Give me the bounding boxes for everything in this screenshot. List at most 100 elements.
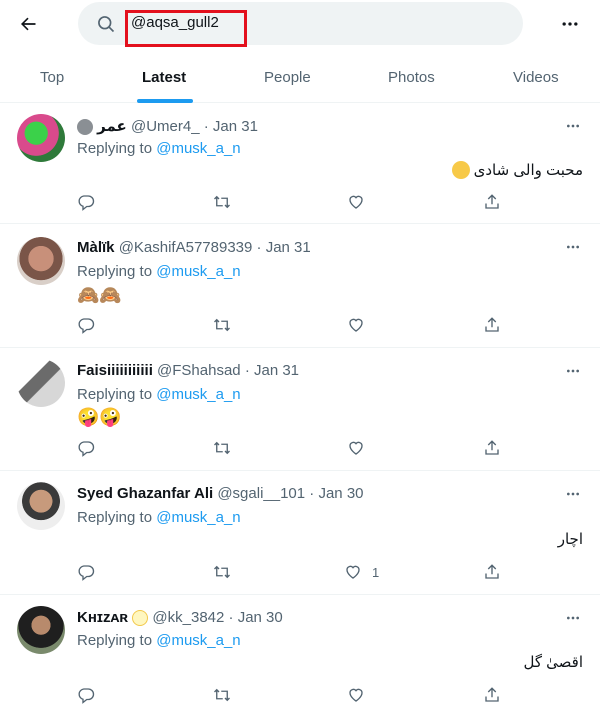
avatar[interactable] (17, 482, 65, 530)
tweet-text: اچار (557, 531, 583, 548)
separator-dot: · (203, 118, 209, 135)
retweet-button[interactable] (212, 560, 232, 584)
arrow-left-icon (21, 17, 36, 31)
like-button[interactable] (347, 683, 375, 707)
tweet-date[interactable]: Jan 31 (266, 239, 311, 256)
retweet-button[interactable] (212, 313, 232, 337)
retweet-icon (214, 195, 230, 209)
tweet[interactable]: Faisiiiiiiiiiii @FShahsad · Jan 31 Reply… (0, 349, 600, 471)
tweet-more-button[interactable] (563, 484, 583, 504)
like-button[interactable] (347, 313, 375, 337)
more-horizontal-icon (567, 616, 579, 620)
tweet-date[interactable]: Jan 30 (238, 609, 283, 626)
retweet-icon (214, 318, 230, 332)
share-icon (485, 687, 499, 702)
replying-to: Replying to @musk_a_n (77, 140, 241, 157)
display-name[interactable]: Syed Ghazanfar Ali (77, 485, 213, 502)
like-count: 1 (372, 564, 380, 580)
retweet-icon (214, 688, 230, 702)
avatar[interactable] (17, 237, 65, 285)
tweet-text: محبت والی شادی (451, 161, 583, 179)
reply-button[interactable] (77, 313, 95, 337)
active-tab-indicator (137, 99, 193, 103)
share-icon (485, 564, 499, 579)
share-button[interactable] (483, 190, 501, 214)
share-button[interactable] (483, 560, 501, 584)
reply-icon (78, 441, 95, 457)
tweet-more-button[interactable] (563, 361, 583, 381)
tab-people[interactable]: People (264, 56, 311, 102)
tweet[interactable]: Màlïk @KashifA57789339 · Jan 31 Replying… (0, 225, 600, 348)
retweet-button[interactable] (212, 436, 232, 460)
user-handle[interactable]: @FShahsad (157, 362, 241, 379)
like-icon (349, 318, 363, 332)
like-icon (349, 688, 363, 702)
separator-dot: · (244, 362, 250, 379)
mention-link[interactable]: @musk_a_n (156, 386, 240, 403)
user-handle[interactable]: @kk_3842 (152, 609, 224, 626)
display-name[interactable]: Màlïk (77, 239, 115, 256)
tweet-date[interactable]: Jan 31 (213, 118, 258, 135)
reply-icon (78, 565, 95, 581)
more-options-button[interactable] (556, 10, 584, 38)
reply-button[interactable] (77, 190, 95, 214)
tweet-actions (77, 190, 507, 214)
reply-icon (78, 318, 95, 334)
reply-icon (78, 688, 95, 704)
tweet[interactable]: Syed Ghazanfar Ali @sgali__101 · Jan 30 … (0, 472, 600, 595)
like-icon (349, 441, 363, 455)
share-button[interactable] (483, 683, 501, 707)
tweet-more-button[interactable] (563, 237, 583, 257)
back-button[interactable] (14, 10, 42, 38)
tweet[interactable]: Kʜɪᴢᴀʀ @kk_3842 · Jan 30 Replying to @mu… (0, 596, 600, 709)
more-horizontal-icon (567, 245, 579, 249)
like-button[interactable] (347, 190, 375, 214)
replying-to: Replying to @musk_a_n (77, 263, 241, 280)
tweet-more-button[interactable] (563, 116, 583, 136)
replying-to: Replying to @musk_a_n (77, 509, 241, 526)
replying-to: Replying to @musk_a_n (77, 386, 241, 403)
tab-photos[interactable]: Photos (388, 56, 435, 102)
avatar[interactable] (17, 606, 65, 654)
share-button[interactable] (483, 313, 501, 337)
tweet-date[interactable]: Jan 30 (318, 485, 363, 502)
display-name[interactable]: Faisiiiiiiiiiii (77, 362, 153, 379)
tweet-actions (77, 683, 507, 707)
display-name[interactable]: عمر (97, 118, 127, 135)
tweet-text: اقصیٰ گل (523, 654, 583, 671)
retweet-button[interactable] (212, 683, 232, 707)
tweet-date[interactable]: Jan 31 (254, 362, 299, 379)
tweet[interactable]: عمر @Umer4_ · Jan 31 Replying to @musk_a… (0, 104, 600, 224)
tab-top[interactable]: Top (40, 56, 64, 102)
reply-button[interactable] (77, 436, 95, 460)
avatar[interactable] (17, 359, 65, 407)
retweet-icon (214, 441, 230, 455)
neutral-face-icon (77, 119, 93, 136)
tweet-text: 🙈🙈 (77, 285, 122, 305)
display-name[interactable]: Kʜɪᴢᴀʀ (77, 609, 128, 626)
share-icon (485, 194, 499, 209)
tab-latest[interactable]: Latest (142, 56, 186, 102)
tweet-more-button[interactable] (563, 608, 583, 628)
mention-link[interactable]: @musk_a_n (156, 509, 240, 526)
tweet-actions: 1 (77, 560, 507, 584)
more-horizontal-icon (567, 492, 579, 496)
share-button[interactable] (483, 436, 501, 460)
user-handle[interactable]: @sgali__101 (217, 485, 305, 502)
like-button[interactable] (347, 436, 375, 460)
replying-to: Replying to @musk_a_n (77, 632, 241, 649)
mention-link[interactable]: @musk_a_n (156, 140, 240, 157)
reply-button[interactable] (77, 683, 95, 707)
mention-link[interactable]: @musk_a_n (156, 263, 240, 280)
avatar[interactable] (17, 114, 65, 162)
search-header: @aqsa_gull2 (0, 0, 600, 47)
flower-icon (132, 610, 149, 627)
tab-videos[interactable]: Videos (513, 56, 559, 102)
retweet-button[interactable] (212, 190, 232, 214)
reply-button[interactable] (77, 560, 95, 584)
user-handle[interactable]: @Umer4_ (131, 118, 200, 135)
tweet-text: 🤪🤪 (77, 407, 122, 427)
user-handle[interactable]: @KashifA57789339 (119, 239, 253, 256)
mention-link[interactable]: @musk_a_n (156, 632, 240, 649)
like-button[interactable]: 1 (344, 560, 379, 584)
